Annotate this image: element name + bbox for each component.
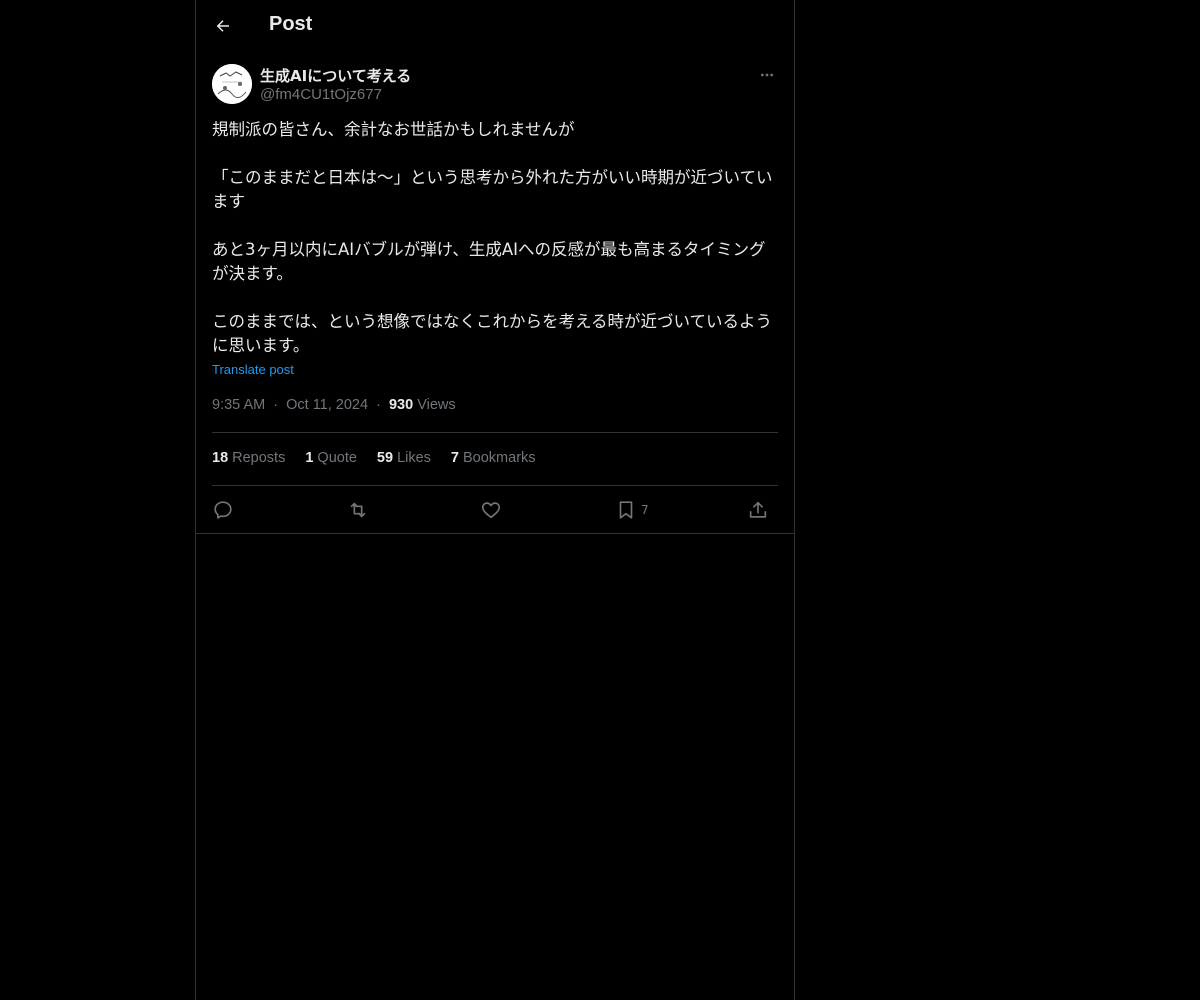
- like-button[interactable]: [480, 497, 502, 523]
- reposts-count: 18: [212, 450, 229, 466]
- divider: [212, 485, 778, 486]
- post-paragraph: あと3ヶ月以内にAIバブルが弾け、生成AIへの反感が最も高まるタイミングが決ます…: [212, 240, 766, 283]
- avatar[interactable]: [212, 64, 252, 104]
- post-text: 規制派の皆さん、余計なお世話かもしれませんが 「このままだと日本は〜」という思考…: [212, 118, 778, 358]
- bookmark-button[interactable]: 7: [615, 497, 649, 523]
- post-paragraph: 「このままだと日本は〜」という思考から外れた方がいい時期が近づいています: [212, 168, 773, 211]
- engagement-stats: 18 Reposts 1 Quote 59 Likes 7 Bookmarks: [212, 450, 536, 466]
- section-divider: [196, 533, 794, 534]
- quotes-stat[interactable]: 1 Quote: [305, 450, 357, 466]
- meta-separator: ·: [376, 397, 381, 413]
- post-date[interactable]: Oct 11, 2024: [286, 397, 368, 413]
- post-author: 生成AIについて考える @fm4CU1tOjz677: [212, 64, 778, 108]
- quotes-label: Quote: [317, 450, 357, 466]
- reposts-label: Reposts: [232, 450, 286, 466]
- reposts-stat[interactable]: 18 Reposts: [212, 450, 285, 466]
- bookmarks-label: Bookmarks: [463, 450, 536, 466]
- author-name[interactable]: 生成AIについて考える: [260, 65, 411, 86]
- arrow-left-icon: [216, 20, 229, 32]
- likes-label: Likes: [397, 450, 431, 466]
- views-label: Views: [417, 397, 456, 413]
- quotes-count: 1: [305, 450, 314, 466]
- top-bar: Post: [196, 0, 794, 53]
- likes-stat[interactable]: 59 Likes: [377, 450, 431, 466]
- heart-icon: [481, 502, 501, 519]
- share-icon: [749, 501, 767, 518]
- share-button[interactable]: [747, 497, 769, 523]
- meta-separator: ·: [273, 397, 279, 413]
- repost-icon: [350, 502, 366, 518]
- more-horizontal-icon: [761, 73, 773, 77]
- author-handle[interactable]: @fm4CU1tOjz677: [260, 86, 382, 103]
- post-paragraph: このままでは、という想像ではなくこれからを考える時が近づいているように思います。: [212, 312, 773, 355]
- page-title: Post: [269, 13, 313, 35]
- post-time[interactable]: 9:35 AM: [212, 397, 265, 413]
- bookmark-count: 7: [641, 503, 649, 517]
- reply-button[interactable]: [212, 497, 234, 523]
- reply-icon: [214, 501, 232, 519]
- post-column: Post 生成AIについて考える @fm4CU1tOjz677 規制派の皆さん、…: [195, 0, 795, 1000]
- avatar-image: [212, 64, 252, 104]
- divider: [212, 432, 778, 433]
- repost-button[interactable]: [346, 497, 370, 523]
- post-meta: 9:35 AM · Oct 11, 2024 · 930 Views: [212, 397, 456, 413]
- back-button[interactable]: [212, 15, 234, 37]
- more-button[interactable]: [756, 66, 778, 84]
- translate-post-link[interactable]: Translate post: [212, 362, 294, 377]
- action-bar: 7: [212, 497, 778, 523]
- views-count: 930: [388, 397, 414, 413]
- bookmark-icon: [619, 501, 633, 519]
- likes-count: 59: [376, 450, 394, 466]
- bookmarks-stat[interactable]: 7 Bookmarks: [451, 450, 536, 466]
- bookmarks-count: 7: [450, 450, 459, 466]
- post-paragraph: 規制派の皆さん、余計なお世話かもしれませんが: [212, 120, 575, 139]
